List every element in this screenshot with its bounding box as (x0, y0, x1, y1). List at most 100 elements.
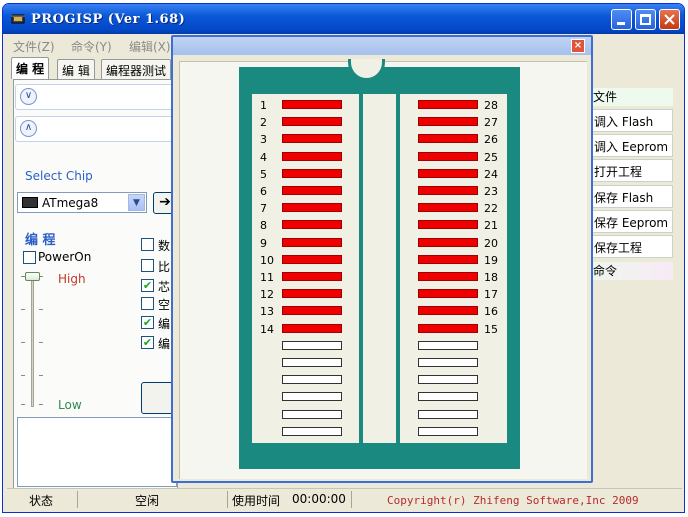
pin-number: 19 (484, 253, 498, 267)
chip-pin (418, 272, 478, 281)
menu-command[interactable]: 命令(Y) (71, 38, 112, 55)
slider-tick (39, 309, 43, 310)
tab-edit[interactable]: 编 辑 (57, 59, 95, 79)
chip-pin (282, 134, 342, 144)
pin-number: 10 (260, 253, 274, 267)
slider-tick (21, 375, 25, 376)
voltage-slider-track[interactable] (31, 277, 34, 407)
slider-tick (39, 375, 43, 376)
dialog-title-bar[interactable] (173, 37, 591, 55)
pin-number: 11 (260, 271, 274, 284)
chip-pin (282, 186, 342, 195)
status-label: 状态 (29, 494, 54, 508)
option-checkbox[interactable] (141, 238, 154, 251)
menu-edit[interactable]: 编辑(X) (129, 38, 171, 55)
chip-pin (282, 254, 342, 264)
option-checkbox[interactable] (141, 259, 154, 272)
option-label: 编 (158, 337, 171, 351)
option-label: 比 (158, 260, 171, 274)
chip-pin (282, 237, 342, 247)
save-project-button[interactable]: 保存工程 (591, 235, 673, 258)
chip-pin (282, 117, 342, 127)
tab-program[interactable]: 编 程 (11, 57, 50, 79)
slider-tick (21, 276, 25, 277)
double-chevron-down-icon[interactable]: ∨ (20, 88, 37, 105)
pin-number: 1 (260, 99, 267, 112)
chip-select-value: ATmega8 (42, 196, 99, 210)
pin-number: 3 (260, 133, 267, 147)
chip-pin (282, 392, 342, 402)
status-bar: 状态 空闲 使用时间 00:00:00 Copyright(r) Zhifeng… (7, 488, 682, 510)
chip-icon (22, 197, 38, 208)
window-title: PROGISP (Ver 1.68) (31, 12, 186, 27)
chip-notch (348, 59, 385, 81)
chip-select[interactable]: ATmega8 ▼ (17, 192, 147, 213)
chip-pin (282, 306, 342, 316)
chip-pin (282, 289, 342, 299)
voltage-slider-thumb[interactable] (25, 272, 40, 281)
slider-tick (21, 404, 25, 405)
auto-button[interactable] (141, 382, 175, 414)
command-section-header: 命令 (591, 262, 673, 280)
arrow-right-icon: ➔ (159, 194, 171, 210)
option-checkbox[interactable]: ✔ (141, 336, 154, 349)
load-flash-button[interactable]: 调入 Flash (591, 109, 673, 132)
pin-number: 2 (260, 116, 267, 130)
option-checkbox[interactable]: ✔ (141, 316, 154, 329)
chip-pin (282, 272, 342, 281)
pin-number: 9 (260, 236, 267, 250)
chip-pin (418, 168, 478, 178)
elapsed-time-label: 使用时间 (232, 494, 281, 508)
collapse-section-1[interactable]: ∨ (15, 84, 177, 110)
chip-pin (418, 186, 478, 195)
chip-pin (282, 203, 342, 213)
high-label: High (58, 272, 86, 286)
menu-file[interactable]: 文件(Z) (13, 38, 55, 55)
log-area[interactable] (17, 417, 177, 487)
option-checkbox[interactable] (141, 297, 154, 310)
pin-number: 24 (484, 167, 498, 181)
slider-tick (39, 276, 43, 277)
minimize-button[interactable] (611, 9, 632, 30)
chip-pin (282, 375, 342, 385)
chip-pin (418, 306, 478, 316)
option-label: 编 (158, 317, 171, 331)
elapsed-time-value: 00:00:00 (292, 492, 346, 506)
status-divider (351, 491, 352, 508)
maximize-button[interactable] (635, 9, 656, 30)
title-bar[interactable]: PROGISP (Ver 1.68) (3, 4, 684, 34)
status-value: 空闲 (135, 494, 160, 508)
pin-number: 17 (484, 288, 498, 302)
open-project-button[interactable]: 打开工程 (591, 159, 673, 182)
option-label: 空 (158, 298, 171, 312)
tab-programmer-test[interactable]: 编程器测试 (101, 59, 172, 79)
close-button[interactable] (659, 9, 680, 30)
chip-pin (282, 323, 342, 333)
pin-number: 21 (484, 219, 498, 233)
chip-pin (418, 426, 478, 436)
chip-divider (359, 94, 363, 443)
poweron-checkbox[interactable] (23, 251, 36, 264)
pin-number: 12 (260, 288, 274, 302)
option-label: 芯 (158, 280, 171, 294)
chip-pin (418, 392, 478, 402)
pin-number: 7 (260, 202, 267, 216)
save-eeprom-button[interactable]: 保存 Eeprom (591, 210, 673, 233)
save-flash-button[interactable]: 保存 Flash (591, 185, 673, 208)
pin-number: 22 (484, 202, 498, 216)
chip-pin (418, 237, 478, 247)
option-checkbox[interactable]: ✔ (141, 279, 154, 292)
copyright-text: Copyright(r) Zhifeng Software,Inc 2009 (387, 494, 639, 507)
load-eeprom-button[interactable]: 调入 Eeprom (591, 134, 673, 157)
dialog-close-button[interactable]: × (571, 39, 585, 53)
programming-header: 编 程 (25, 233, 56, 248)
menu-bar: 文件(Z) 命令(Y) 编辑(X) (7, 36, 187, 56)
pin-number: 20 (484, 236, 498, 250)
chip-pin (418, 289, 478, 299)
collapse-section-2[interactable]: ∧ (15, 116, 177, 142)
pin-number: 13 (260, 305, 274, 319)
double-chevron-up-icon[interactable]: ∧ (20, 120, 37, 137)
chevron-down-icon[interactable]: ▼ (128, 194, 145, 211)
chip-pin (418, 358, 478, 367)
chip-pin (418, 203, 478, 213)
